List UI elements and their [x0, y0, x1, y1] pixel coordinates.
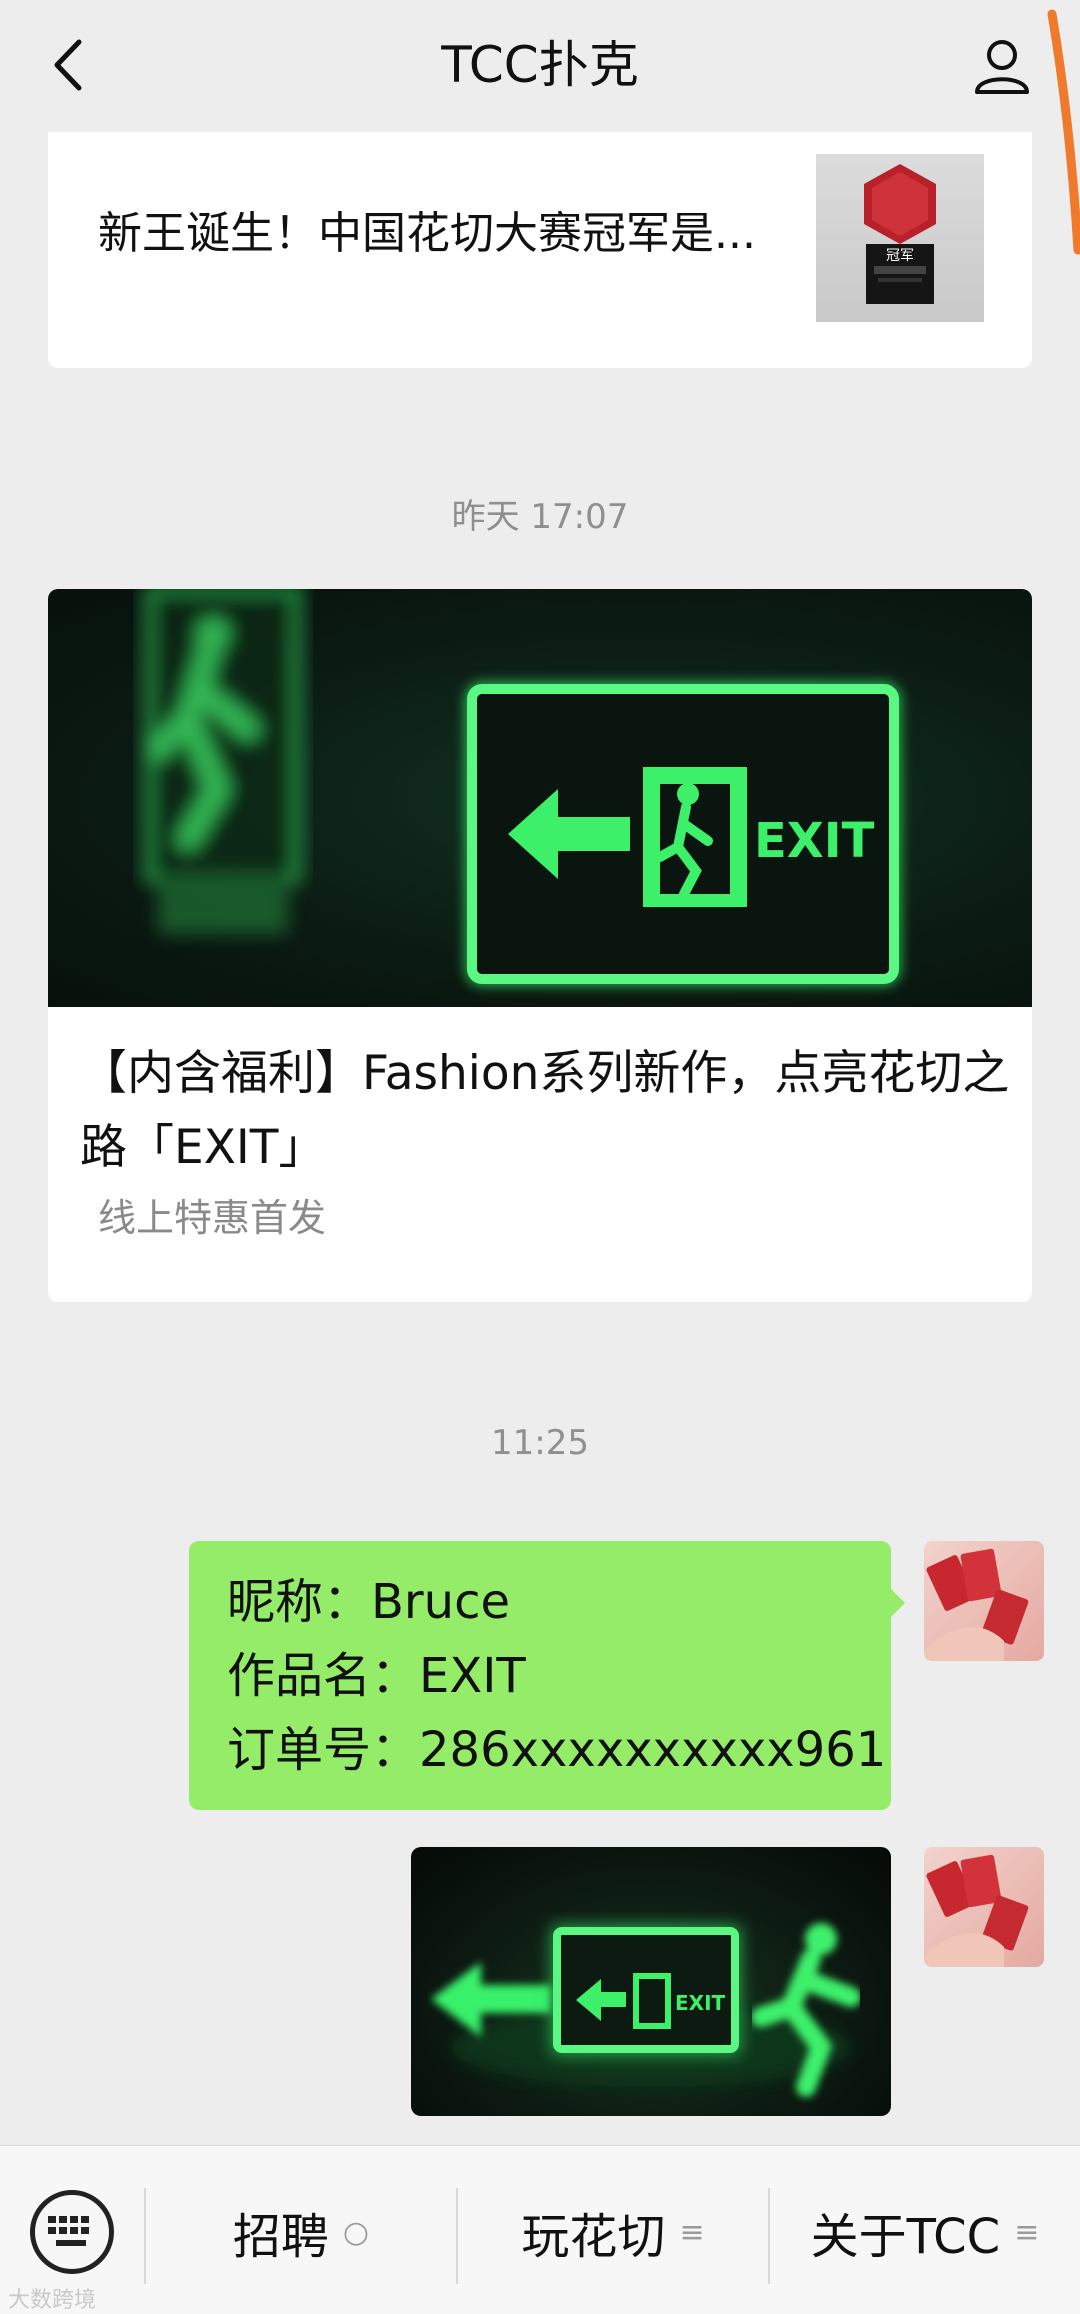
- user-icon: [975, 40, 1029, 94]
- message-image[interactable]: EXIT: [411, 1847, 891, 2116]
- message-line-order: 订单号：286xxxxxxxxxx961: [227, 1722, 887, 1778]
- message-bubble[interactable]: 昵称：Bruce 作品名：EXIT 订单号：286xxxxxxxxxx961: [189, 1541, 905, 1810]
- message-line-work: 作品名：EXIT: [227, 1648, 526, 1704]
- speech-bubble-icon: ○: [342, 2214, 370, 2250]
- avatar[interactable]: [924, 1541, 1044, 1661]
- watermark: 大数跨境: [8, 2288, 97, 2313]
- article-subtitle: 线上特惠首发: [98, 1196, 327, 1240]
- timestamp: 昨天 17:07: [451, 497, 629, 537]
- top-bar: TCC扑克: [0, 0, 1080, 132]
- menu-item-label: 关于TCC: [810, 2209, 1001, 2265]
- article-card-featured[interactable]: EXIT 【内含福利】Fashion系列新作，点亮花切之路「EXIT」 线上特惠…: [48, 589, 1032, 1302]
- menu-item-label: 玩花切: [521, 2209, 666, 2265]
- keyboard-icon: [48, 2216, 89, 2246]
- article-card[interactable]: 新王诞生！中国花切大赛冠军是... 冠军: [48, 132, 1032, 368]
- svg-text:EXIT: EXIT: [754, 813, 875, 869]
- edge-stroke-decoration: [1047, 9, 1080, 255]
- submenu-lines-icon: ≡: [1014, 2214, 1040, 2250]
- avatar[interactable]: [924, 1847, 1044, 1967]
- message-line-nickname: 昵称：Bruce: [227, 1574, 511, 1630]
- menu-item-play-cardistry[interactable]: 玩花切 ≡: [458, 2190, 768, 2274]
- article-thumbnail: 冠军: [816, 154, 984, 322]
- article-cover-image: EXIT: [48, 589, 1032, 1007]
- timestamp: 11:25: [491, 1423, 589, 1463]
- svg-text:冠军: 冠军: [886, 248, 914, 264]
- article-title: 【内含福利】Fashion系列新作，点亮花切之路「EXIT」: [80, 1046, 1010, 1175]
- page-title: TCC扑克: [441, 36, 639, 94]
- menu-item-label: 招聘: [232, 2209, 329, 2265]
- menu-item-about-tcc[interactable]: 关于TCC ≡: [770, 2190, 1080, 2274]
- submenu-lines-icon: ≡: [679, 2214, 705, 2250]
- article-title: 新王诞生！中国花切大赛冠军是...: [98, 208, 756, 259]
- bubble-tail: [889, 1587, 905, 1619]
- menu-item-recruitment[interactable]: 招聘 ○: [146, 2190, 456, 2274]
- profile-button[interactable]: [964, 30, 1040, 100]
- svg-text:EXIT: EXIT: [675, 1991, 726, 2015]
- keyboard-toggle-button[interactable]: [30, 2190, 114, 2274]
- bottom-menu-bar: 招聘 ○ 玩花切 ≡ 关于TCC ≡: [0, 2145, 1080, 2314]
